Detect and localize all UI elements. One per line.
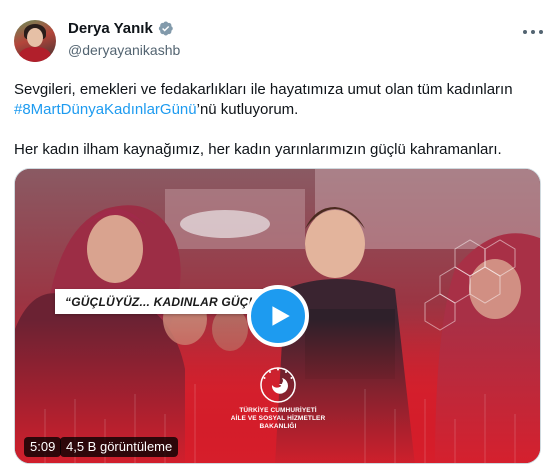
ministry-line-3: BAKANLIĞI: [259, 423, 297, 430]
more-options-icon[interactable]: [523, 26, 543, 38]
view-count: 4,5 B görüntüleme: [60, 437, 179, 457]
tweet-text-after-hashtag: ’nü kutluyorum.: [196, 101, 299, 118]
author-name-row: Derya Yanık: [68, 20, 174, 37]
tweet-text-before-hashtag: Sevgileri, emekleri ve fedakarlıkları il…: [14, 81, 513, 98]
video-player[interactable]: “GÜÇLÜYÜZ... KADINLAR GÜÇLÜ!” TÜRKİYE CU…: [14, 168, 541, 464]
tweet-paragraph-1: Sevgileri, emekleri ve fedakarlıkları il…: [14, 80, 539, 120]
author-handle[interactable]: @deryayanikashb: [68, 42, 180, 58]
more-dot: [531, 30, 535, 34]
play-icon: [272, 306, 290, 326]
more-dot: [539, 30, 543, 34]
tweet-text: Sevgileri, emekleri ve fedakarlıkları il…: [14, 80, 539, 160]
ministry-name: TÜRKİYE CUMHURİYETİ AİLE VE SOSYAL HİZME…: [228, 407, 328, 431]
avatar[interactable]: [14, 20, 56, 62]
avatar-face: [27, 28, 43, 47]
tweet-paragraph-2: Her kadın ilham kaynağımız, her kadın ya…: [14, 141, 502, 158]
display-name[interactable]: Derya Yanık: [68, 20, 153, 37]
ministry-line-2: AİLE VE SOSYAL HİZMETLER: [230, 415, 326, 422]
verified-badge-icon[interactable]: [157, 20, 174, 37]
ministry-line-1: TÜRKİYE CUMHURİYETİ: [239, 407, 317, 414]
avatar-body: [19, 47, 51, 62]
more-dot: [523, 30, 527, 34]
play-button[interactable]: [247, 285, 309, 347]
hashtag-link[interactable]: #8MartDünyaKadınlarGünü: [14, 101, 197, 118]
video-duration: 5:09: [24, 437, 62, 457]
ministry-emblem-icon: [260, 367, 296, 403]
